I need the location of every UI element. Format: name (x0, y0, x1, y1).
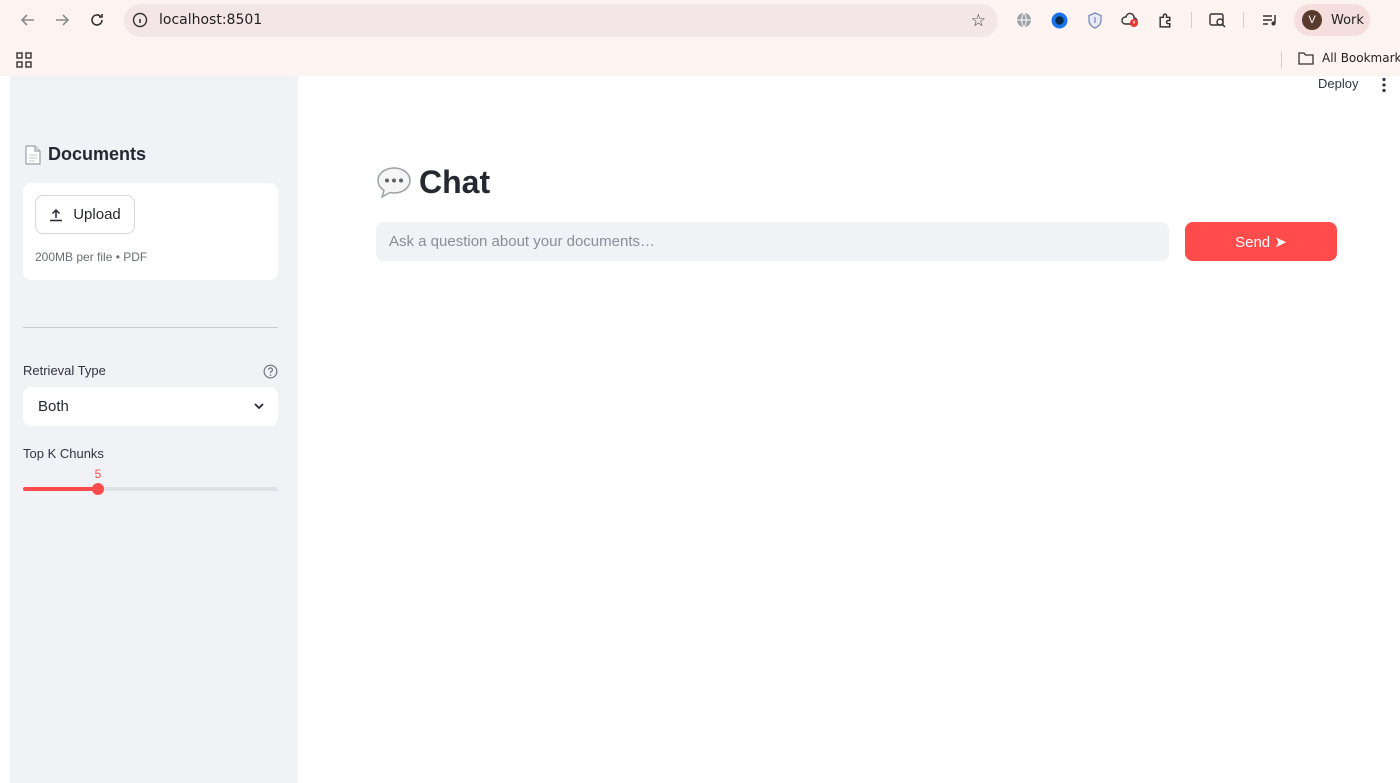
top-k-slider[interactable]: 5 (23, 467, 278, 502)
help-circle-icon[interactable] (263, 364, 278, 379)
browser-toolbar: localhost:8501 ☆ V Work (0, 0, 1400, 40)
reload-icon (91, 14, 103, 26)
sidebar-divider (23, 327, 278, 328)
top-k-label: Top K Chunks (23, 446, 104, 461)
url-text[interactable]: localhost:8501 (159, 12, 262, 28)
all-bookmarks-label: All Bookmarks (1322, 51, 1400, 65)
profile-button[interactable]: V Work (1294, 4, 1370, 36)
puzzle-extensions-icon[interactable] (1155, 10, 1175, 30)
bookmark-star-icon[interactable]: ☆ (971, 11, 986, 31)
deploy-button[interactable]: Deploy (1318, 76, 1358, 91)
upload-icon (50, 208, 63, 221)
upload-label: Upload (73, 206, 121, 223)
all-bookmarks-button[interactable]: All Bookmarks (1298, 51, 1400, 65)
apps-grid-icon[interactable] (16, 52, 32, 68)
cloud-alert-extension-icon[interactable] (1120, 10, 1140, 30)
upload-hint: 200MB per file • PDF (35, 250, 148, 264)
forward-button[interactable] (50, 8, 74, 32)
forward-arrow-icon (56, 14, 70, 26)
retrieval-type-label: Retrieval Type (23, 363, 106, 378)
slider-fill (23, 487, 98, 491)
toolbar-separator (1191, 12, 1192, 28)
toolbar-separator (1243, 12, 1244, 28)
sidebar: Documents Upload 200MB per file • PDF Re… (10, 76, 298, 783)
documents-title: Documents (48, 144, 147, 164)
media-queue-icon[interactable] (1260, 10, 1280, 30)
page-title: Chat (376, 164, 490, 201)
tab-search-icon[interactable] (1208, 10, 1228, 30)
more-options-icon[interactable] (1380, 77, 1388, 93)
speech-bubble-icon (377, 166, 411, 199)
chat-title-text: Chat (419, 164, 491, 200)
retrieval-type-select[interactable]: Both (23, 387, 278, 426)
bookmarks-separator (1281, 52, 1282, 68)
browser-chrome: localhost:8501 ☆ V Work All Bookmarks (0, 0, 1400, 76)
profile-name: Work (1331, 12, 1364, 28)
upload-button[interactable]: Upload (35, 195, 135, 234)
back-arrow-icon (20, 14, 34, 26)
question-input[interactable] (376, 222, 1169, 261)
globe-extension-icon[interactable] (1014, 10, 1034, 30)
retrieval-type-value: Both (38, 398, 69, 415)
site-info-icon[interactable] (132, 12, 148, 28)
address-bar[interactable]: localhost:8501 ☆ (124, 4, 998, 37)
bookmarks-bar: All Bookmarks (0, 44, 1400, 74)
document-icon (25, 144, 41, 165)
back-button[interactable] (16, 8, 40, 32)
chevron-down-icon (254, 403, 264, 410)
folder-icon (1298, 52, 1314, 65)
file-uploader[interactable]: Upload 200MB per file • PDF (23, 183, 278, 280)
shield-extension-icon[interactable] (1085, 10, 1105, 30)
documents-header: Documents (24, 144, 146, 165)
slider-thumb[interactable] (92, 483, 104, 495)
blue-extension-icon[interactable] (1049, 10, 1069, 30)
send-button[interactable]: Send ➤ (1185, 222, 1337, 261)
profile-avatar: V (1302, 10, 1322, 30)
reload-button[interactable] (85, 8, 109, 32)
slider-value: 5 (94, 467, 102, 481)
